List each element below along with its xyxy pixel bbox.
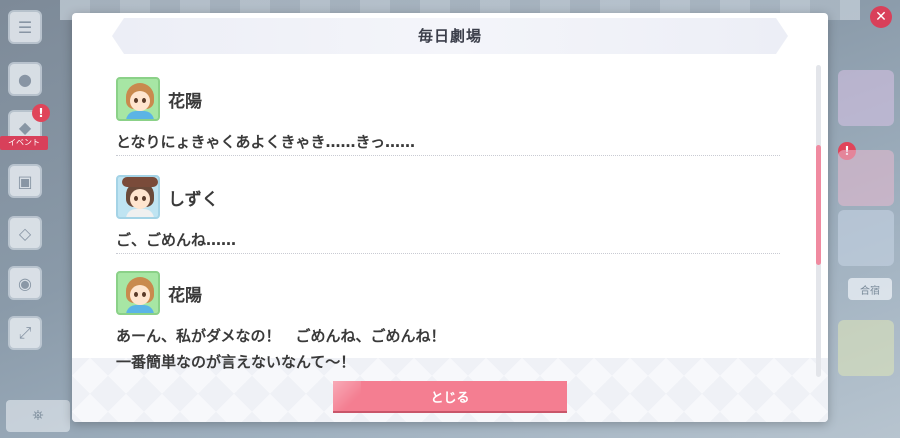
divider — [116, 253, 780, 254]
hanayo-avatar-icon — [116, 271, 160, 315]
right-menu-rail: ✕ ! 合宿 — [828, 0, 900, 438]
speaker-name: 花陽 — [168, 285, 202, 306]
divider — [116, 155, 780, 156]
dialogue-line: あーん、私がダメなの！ ごめんね、ごめんね！ — [116, 327, 446, 345]
shizuku-avatar-icon — [116, 175, 160, 219]
dialogue-entry: しずく ご、ごめんね…… — [116, 173, 780, 253]
user-icon: ⛯ — [32, 408, 44, 424]
dialogue-line: となりにょきゃくあよくきゃき……きっ…… — [116, 133, 415, 151]
right-banner-3[interactable] — [838, 210, 894, 266]
close-button[interactable]: とじる — [333, 381, 567, 411]
background-close-icon[interactable]: ✕ — [870, 6, 892, 28]
chat-icon[interactable]: ● — [8, 62, 42, 96]
right-banner-1[interactable] — [838, 70, 894, 126]
dialogue-line: ご、ごめんね…… — [116, 231, 237, 249]
dialog-title: 毎日劇場 — [417, 27, 482, 45]
menu-icon[interactable]: ☰ — [8, 10, 42, 44]
speaker-name: しずく — [168, 189, 219, 210]
dialogue-entry: 花陽 あーん、私がダメなの！ ごめんね、ごめんね！ 一番簡単なのが言えないなんて… — [116, 269, 780, 375]
diamond-icon[interactable]: ◇ — [8, 216, 42, 250]
right-label[interactable]: 合宿 — [848, 278, 892, 300]
speaker-name: 花陽 — [168, 91, 202, 112]
dialog-content[interactable]: 花陽 となりにょきゃくあよくきゃき……きっ…… しずく ご、ごめんね…… 花陽 … — [72, 63, 828, 371]
dialogue-entry: 花陽 となりにょきゃくあよくきゃき……きっ…… — [116, 75, 780, 155]
scrollbar[interactable] — [816, 65, 821, 377]
member-icon[interactable]: ◉ — [8, 266, 42, 300]
event-tag: イベント — [0, 136, 48, 150]
left-menu-rail: ☰ ● ◆ ! イベント ▣ ◇ ◉ ⤢ — [0, 0, 52, 438]
expand-icon[interactable]: ⤢ — [8, 316, 42, 350]
right-banner-4[interactable] — [838, 320, 894, 376]
dialogue-line: 一番簡単なのが言えないなんて～！ — [116, 353, 356, 371]
right-banner-2[interactable] — [838, 150, 894, 206]
gift-icon[interactable]: ▣ — [8, 164, 42, 198]
daily-theater-dialog: 毎日劇場 花陽 となりにょきゃくあよくきゃき……きっ…… しずく ご、ごめんね…… — [72, 13, 828, 422]
scrollbar-thumb[interactable] — [816, 145, 821, 265]
bottom-left-button[interactable]: ⛯ — [6, 400, 70, 432]
notification-badge: ! — [32, 104, 50, 122]
hanayo-avatar-icon — [116, 77, 160, 121]
